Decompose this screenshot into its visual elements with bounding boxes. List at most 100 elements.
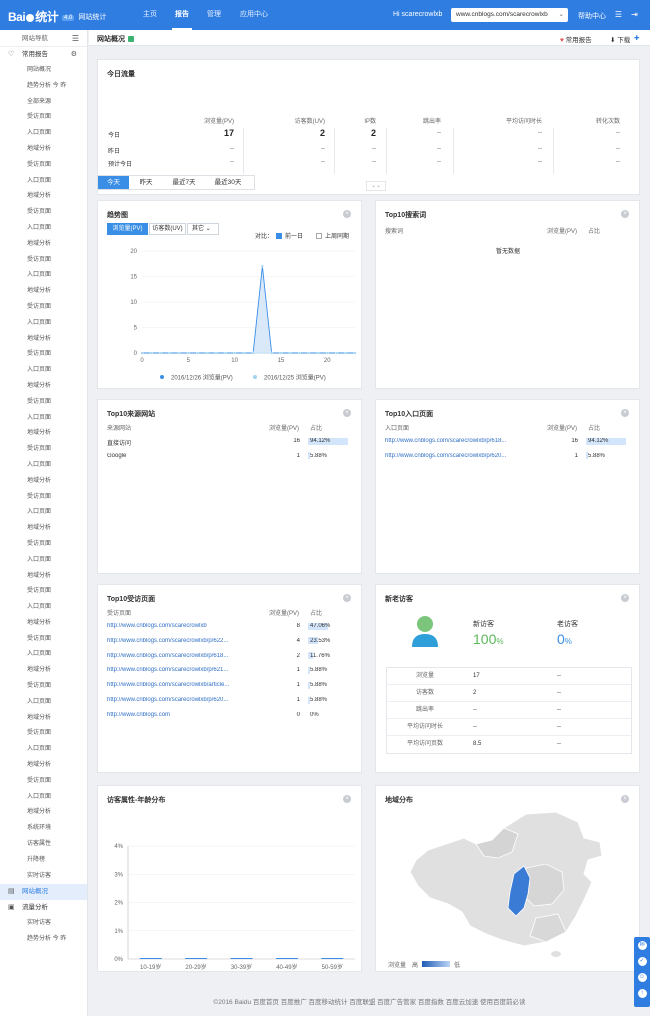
footer-links[interactable]: ©2016 Baidu 百度首页 百度推广 百度移动统计 百度联盟 百度广告管家… — [89, 996, 650, 1006]
tab-today[interactable]: 今天 — [98, 176, 129, 189]
sidebar-item[interactable]: 入口页面 — [0, 458, 87, 474]
visited-row-name[interactable]: http://www.cnblogs.com/scarecrowlxb/p/62… — [107, 638, 257, 644]
sidebar-item[interactable]: 入口页面 — [0, 174, 87, 190]
nav-home[interactable]: 主页 — [143, 0, 157, 30]
sidebar-section-common[interactable]: ♡ 常用报告 ⚙ — [0, 47, 87, 63]
sidebar-item[interactable]: 地域分析 — [0, 142, 87, 158]
data-point[interactable] — [279, 351, 283, 355]
sidebar-item[interactable]: 入口页面 — [0, 790, 87, 806]
sidebar-item[interactable]: 入口页面 — [0, 695, 87, 711]
data-point[interactable] — [353, 351, 357, 355]
visited-row-name[interactable]: http://www.cnblogs.com/scarecrowlxb/p/62… — [107, 667, 257, 673]
data-point[interactable] — [251, 351, 255, 355]
data-point[interactable] — [297, 351, 301, 355]
sidebar-item[interactable]: 地域分析 — [0, 569, 87, 585]
age-bar[interactable] — [139, 958, 162, 959]
sidebar-item[interactable]: 趋势分析 今 昨 — [0, 79, 87, 95]
sidebar-item[interactable]: 入口页面 — [0, 363, 87, 379]
data-point[interactable] — [242, 351, 246, 355]
gear-icon[interactable]: ⚙ — [71, 47, 77, 63]
sidebar-item[interactable]: 地域分析 — [0, 474, 87, 490]
logout-icon[interactable]: ⇥ — [630, 10, 639, 19]
sidebar-item[interactable]: 系统环境 — [0, 821, 87, 837]
sidebar-item[interactable]: 受访页面 — [0, 490, 87, 506]
data-point[interactable] — [149, 351, 153, 355]
close-icon[interactable]: × — [343, 210, 351, 218]
nav-report[interactable]: 报告 — [172, 0, 192, 30]
sidebar-item[interactable]: 地域分析 — [0, 711, 87, 727]
sidebar-item[interactable]: 受访页面 — [0, 395, 87, 411]
close-icon[interactable]: × — [621, 594, 629, 602]
close-icon[interactable]: × — [621, 409, 629, 417]
visited-row-name[interactable]: http://www.cnblogs.com/scarecrowlxb/p/61… — [107, 653, 257, 659]
sidebar-item[interactable]: 升降榜 — [0, 853, 87, 869]
tab-yesterday[interactable]: 昨天 — [129, 176, 163, 189]
data-point[interactable] — [159, 351, 162, 355]
tab-last30[interactable]: 最近30天 — [205, 176, 251, 189]
age-bar[interactable] — [321, 958, 344, 959]
sidebar-item[interactable]: 地域分析 — [0, 189, 87, 205]
close-icon[interactable]: × — [621, 795, 629, 803]
data-point[interactable] — [233, 351, 237, 355]
visited-row-name[interactable]: http://www.cnblogs.com/scarecrowlxb/p/62… — [107, 697, 257, 703]
sidebar-item[interactable]: 入口页面 — [0, 742, 87, 758]
sidebar-item[interactable]: 入口页面 — [0, 553, 87, 569]
sidebar-item[interactable]: 受访页面 — [0, 584, 87, 600]
entry-row-name[interactable]: http://www.cnblogs.com/scarecrowlxb/p/61… — [385, 438, 535, 444]
sidebar-item[interactable]: 入口页面 — [0, 221, 87, 237]
expand-chevron-icon[interactable]: ⌄⌄ — [366, 181, 386, 191]
entry-row-name[interactable]: http://www.cnblogs.com/scarecrowlxb/p/62… — [385, 453, 535, 459]
data-point[interactable] — [140, 351, 144, 355]
data-point[interactable] — [214, 351, 218, 355]
sidebar-item[interactable]: 地域分析 — [0, 521, 87, 537]
visited-row-name[interactable]: http://www.cnblogs.com/scarecrowlxb/arti… — [107, 682, 257, 688]
data-point[interactable] — [186, 351, 190, 355]
sidebar-item[interactable]: 地域分析 — [0, 758, 87, 774]
age-bar[interactable] — [230, 958, 253, 959]
nav-manage[interactable]: 管理 — [207, 0, 221, 30]
sidebar-item[interactable]: 受访页面 — [0, 253, 87, 269]
sidebar-item[interactable]: 地域分析 — [0, 379, 87, 395]
sidebar-item[interactable]: 地域分析 — [0, 663, 87, 679]
sidebar-item[interactable]: 地域分析 — [0, 237, 87, 253]
tab-other[interactable]: 其它 ⌄ — [187, 223, 219, 235]
sidebar-section-flow[interactable]: ▣ 流量分析 — [0, 900, 87, 916]
sidebar-item[interactable]: 受访页面 — [0, 300, 87, 316]
sidebar-item[interactable]: 实时访客 — [0, 916, 87, 932]
age-bar[interactable] — [275, 958, 298, 959]
sidebar-item[interactable]: 入口页面 — [0, 268, 87, 284]
compare-prev-day-checkbox[interactable]: 前一日 — [276, 231, 303, 240]
sidebar-item[interactable]: 网站概况 — [0, 63, 87, 79]
pin-icon[interactable]: ✚ — [634, 34, 639, 42]
sidebar-item[interactable]: 受访页面 — [0, 774, 87, 790]
list-icon[interactable]: ☰ — [614, 10, 623, 19]
data-point[interactable] — [177, 351, 181, 355]
site-selector[interactable]: www.cnblogs.com/scarecrowlxb ⌄ — [451, 8, 568, 22]
sidebar-item[interactable]: 全部来源 — [0, 95, 87, 111]
sidebar-item[interactable]: 受访页面 — [0, 347, 87, 363]
data-point[interactable] — [168, 351, 172, 355]
data-point[interactable] — [260, 264, 264, 268]
close-icon[interactable]: × — [343, 409, 351, 417]
collapse-menu-icon[interactable]: ☰ — [72, 30, 79, 47]
sidebar-item[interactable]: 入口页面 — [0, 600, 87, 616]
sidebar-item[interactable]: 受访页面 — [0, 679, 87, 695]
data-point[interactable] — [335, 351, 338, 355]
sidebar-item[interactable]: 受访页面 — [0, 726, 87, 742]
help-center-link[interactable]: 帮助中心 — [578, 11, 606, 21]
feedback-icon[interactable]: ✉ — [637, 941, 647, 950]
sidebar-item[interactable]: 入口页面 — [0, 505, 87, 521]
sidebar-item[interactable]: 受访页面 — [0, 205, 87, 221]
visited-row-name[interactable]: http://www.cnblogs.com — [107, 712, 257, 718]
data-point[interactable] — [316, 351, 320, 355]
check-icon[interactable]: ✓ — [637, 957, 647, 966]
china-map[interactable] — [406, 808, 606, 958]
sidebar-item[interactable]: 入口页面 — [0, 316, 87, 332]
sidebar-item[interactable]: 实时访客 — [0, 869, 87, 885]
data-point[interactable] — [288, 351, 292, 355]
top-icon[interactable]: ↑ — [637, 989, 647, 998]
data-point[interactable] — [325, 351, 329, 355]
tab-last7[interactable]: 最近7天 — [163, 176, 205, 189]
visited-row-name[interactable]: http://www.cnblogs.com/scarecrowlxb — [107, 623, 257, 629]
age-bar[interactable] — [185, 958, 208, 959]
